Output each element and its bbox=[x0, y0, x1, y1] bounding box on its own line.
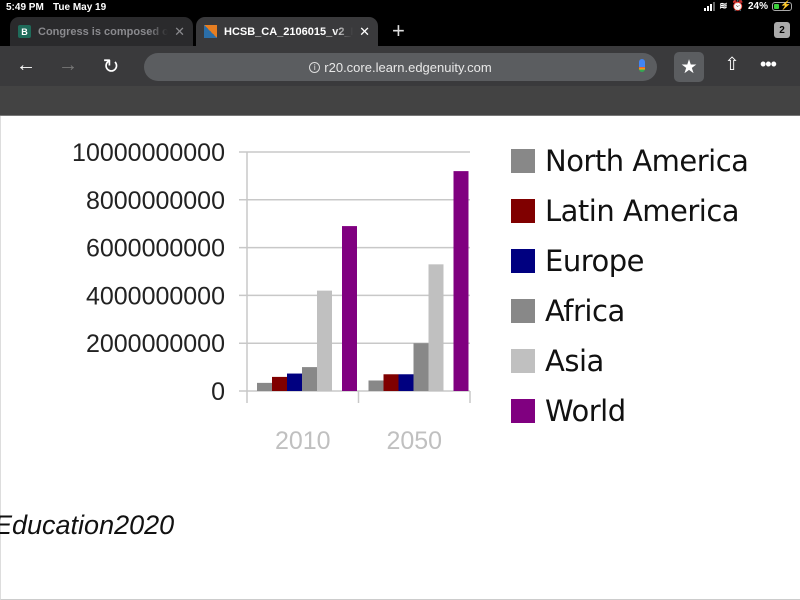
status-indicators: ≋ ⏰ 24% ⚡ bbox=[704, 0, 792, 12]
legend-item: Latin America bbox=[511, 186, 748, 236]
chart-bars bbox=[257, 171, 469, 391]
status-time: 5:49 PM bbox=[6, 2, 44, 13]
more-menu-button[interactable]: ••• bbox=[760, 54, 777, 75]
bar-europe-2050 bbox=[398, 374, 414, 391]
legend-item: Europe bbox=[511, 236, 748, 286]
bookmark-star-button[interactable]: ★ bbox=[674, 52, 704, 82]
tab-title: Congress is composed of bbox=[38, 25, 169, 38]
y-tick-label: 10000000000 bbox=[72, 139, 225, 167]
legend-label: Africa bbox=[545, 294, 625, 328]
close-tab-icon[interactable]: ✕ bbox=[359, 24, 370, 40]
new-tab-button[interactable]: + bbox=[392, 18, 405, 44]
bar-north-america-2010 bbox=[257, 382, 272, 391]
legend-swatch bbox=[511, 199, 535, 223]
chart-legend: North America Latin America Europe Africa As… bbox=[511, 136, 749, 436]
close-tab-icon[interactable]: ✕ bbox=[174, 24, 185, 40]
alarm-icon: ⏰ bbox=[731, 1, 744, 12]
bar-europe-2010 bbox=[287, 373, 302, 391]
share-button[interactable]: ⇧ bbox=[720, 54, 744, 75]
bar-world-2010 bbox=[342, 226, 357, 391]
status-bar: 5:49 PM Tue May 19 ≋ ⏰ 24% ⚡ bbox=[0, 0, 800, 16]
legend-item: Asia bbox=[511, 336, 748, 386]
bar-world-2050 bbox=[453, 171, 469, 391]
legend-label: Asia bbox=[545, 344, 604, 378]
legend-item: Africa bbox=[511, 286, 748, 336]
legend-item: North America bbox=[511, 136, 749, 186]
tab-congress[interactable]: B Congress is composed of ✕ bbox=[10, 17, 193, 46]
x-tick-label: 2010 bbox=[275, 427, 331, 455]
footer-caption: Education2020 bbox=[0, 510, 175, 540]
y-tick-label: 8000000000 bbox=[86, 187, 225, 215]
legend-label: World bbox=[545, 394, 626, 428]
legend-swatch bbox=[511, 299, 535, 323]
battery-icon: ⚡ bbox=[772, 0, 792, 11]
tab-hcsb[interactable]: HCSB_CA_2106015_v2_M ✕ bbox=[196, 17, 378, 46]
legend-swatch bbox=[511, 349, 535, 373]
legend-swatch bbox=[511, 149, 535, 173]
bar-africa-2010 bbox=[302, 367, 317, 391]
back-button[interactable]: ← bbox=[14, 54, 38, 77]
browser-toolbar: ← → ↻ i r20.core.learn.edgenuity.com ★ ⇧… bbox=[0, 46, 800, 86]
legend-label: Europe bbox=[545, 244, 644, 278]
status-date: Tue May 19 bbox=[53, 2, 107, 13]
y-tick-label: 0 bbox=[211, 378, 225, 406]
microphone-icon[interactable] bbox=[639, 59, 645, 72]
tab-count-button[interactable]: 2 bbox=[774, 22, 790, 38]
y-tick-label: 6000000000 bbox=[86, 235, 225, 263]
bar-asia-2050 bbox=[428, 264, 444, 391]
address-bar[interactable]: i r20.core.learn.edgenuity.com bbox=[144, 53, 657, 81]
y-tick-label: 2000000000 bbox=[86, 330, 225, 358]
edgenuity-favicon-icon bbox=[204, 25, 217, 38]
cellular-signal-icon bbox=[704, 2, 716, 11]
legend-swatch bbox=[511, 399, 535, 423]
legend-label: North America bbox=[545, 144, 749, 178]
forward-button[interactable]: → bbox=[56, 54, 80, 77]
battery-percent: 24% bbox=[747, 1, 768, 12]
legend-swatch bbox=[511, 249, 535, 273]
reload-button[interactable]: ↻ bbox=[99, 54, 123, 79]
tab-bar: B Congress is composed of ✕ HCSB_CA_2106… bbox=[0, 16, 800, 46]
x-axis-ticks: 2010 2050 bbox=[275, 427, 442, 455]
bar-latin-america-2010 bbox=[272, 376, 287, 391]
y-axis-ticks: 0 2000000000 4000000000 6000000000 800000000… bbox=[72, 139, 225, 406]
legend-label: Latin America bbox=[545, 194, 740, 228]
y-tick-label: 4000000000 bbox=[86, 282, 225, 310]
brainly-favicon-icon: B bbox=[18, 25, 31, 38]
bar-latin-america-2050 bbox=[383, 374, 399, 391]
wifi-icon: ≋ bbox=[719, 1, 728, 12]
bar-north-america-2050 bbox=[368, 380, 384, 391]
legend-item: World bbox=[511, 386, 748, 436]
x-tick-label: 2050 bbox=[386, 427, 442, 455]
bar-asia-2010 bbox=[317, 290, 332, 391]
info-icon[interactable]: i bbox=[309, 61, 321, 73]
tab-title: HCSB_CA_2106015_v2_M bbox=[224, 25, 354, 38]
url-text: r20.core.learn.edgenuity.com bbox=[324, 59, 492, 75]
page-header-bar bbox=[0, 86, 800, 116]
bar-africa-2050 bbox=[413, 343, 429, 391]
